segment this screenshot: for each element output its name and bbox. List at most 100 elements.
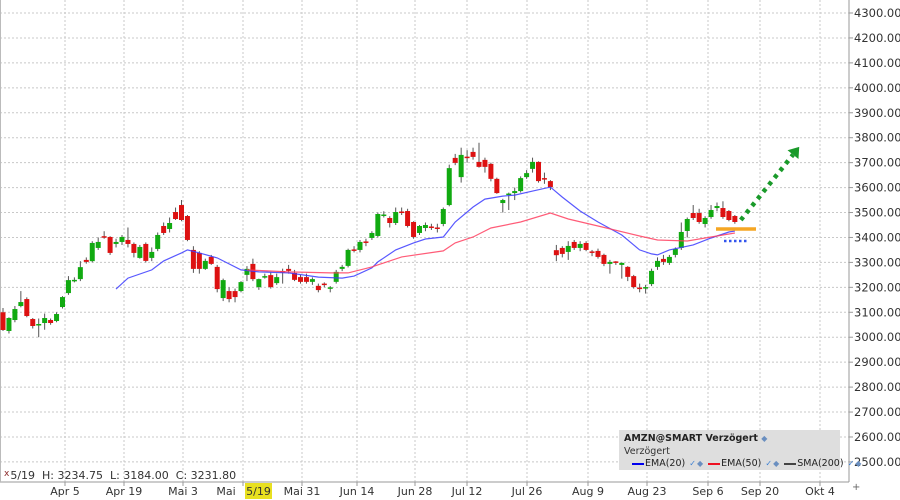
candle-up xyxy=(167,222,173,229)
candle-up xyxy=(42,318,48,324)
legend-item-sma200[interactable]: SMA(200) ✓◆ xyxy=(784,458,863,469)
line-ema50 xyxy=(246,212,735,274)
x-tick-label: Jun 28 xyxy=(397,485,433,498)
ema20-swatch-icon xyxy=(632,462,644,465)
x-tick-label: Aug 9 xyxy=(572,485,604,498)
candle-down xyxy=(268,275,274,288)
candle-down xyxy=(179,205,184,221)
candle-up xyxy=(446,168,452,206)
candle-down xyxy=(482,159,488,167)
candle-down xyxy=(720,208,726,218)
y-axis: 4300.00 4200.00 4100.00 4000.00 3900.00 3800.… xyxy=(848,0,900,482)
y-tick-label: 3200.00 xyxy=(854,280,900,294)
candle-down xyxy=(405,211,411,226)
candle-down xyxy=(637,287,643,290)
candle-down xyxy=(494,178,500,194)
candle-down xyxy=(583,242,589,250)
candle-down xyxy=(286,268,292,271)
candle-down xyxy=(553,250,559,256)
candle-up xyxy=(684,219,690,231)
checkmark-icon[interactable]: ✓ xyxy=(765,459,772,468)
candle-down xyxy=(547,181,553,188)
candle-up xyxy=(345,249,351,266)
candle-down xyxy=(536,161,541,182)
y-tick-label: 3400.00 xyxy=(854,230,900,244)
candle-down xyxy=(107,236,113,253)
candle-down xyxy=(589,251,595,253)
candle-down xyxy=(101,236,107,238)
candle-up xyxy=(119,236,125,242)
zoom-plus-icon[interactable]: + xyxy=(852,482,860,493)
candle-up xyxy=(708,210,714,218)
y-tick-label: 3900.00 xyxy=(854,106,900,120)
ema50-swatch-icon xyxy=(708,462,721,465)
candle-up xyxy=(155,234,161,249)
candle-down xyxy=(161,225,167,233)
checkmark-icon[interactable]: ✓ xyxy=(689,459,696,468)
legend-item-ema20[interactable]: EMA(20) ✓◆ xyxy=(632,458,705,469)
candle-up xyxy=(256,279,262,288)
candle-up xyxy=(36,324,42,326)
candle-up xyxy=(149,251,155,258)
candle-down xyxy=(30,319,36,326)
x-tick-label: Mai xyxy=(216,485,235,498)
legend[interactable]: AMZN@SMART Verzögert ◆ Verzögert EMA(20)… xyxy=(619,430,861,470)
candle-up xyxy=(655,260,660,267)
candle-up xyxy=(666,256,672,263)
candle-up xyxy=(607,261,613,264)
candle-up xyxy=(565,245,571,252)
candle-down xyxy=(601,254,607,264)
candle-down xyxy=(143,243,149,261)
candle-up xyxy=(506,193,512,196)
candle-up xyxy=(678,231,684,248)
candle-down xyxy=(631,276,637,288)
candle-up xyxy=(54,314,60,322)
candle-down xyxy=(476,161,482,167)
ohlc-info-bar: x5/19 H: 3234.75 L: 3184.00 C: 3231.80 xyxy=(4,469,236,482)
y-tick-label: 3500.00 xyxy=(854,206,900,220)
settings-dot-icon[interactable]: ◆ xyxy=(761,434,767,443)
candle-up xyxy=(518,178,524,192)
candle-down xyxy=(0,312,6,330)
y-tick-label: 2700.00 xyxy=(854,405,900,419)
x-tick-label: Jun 14 xyxy=(339,485,375,498)
candle-up xyxy=(393,212,399,223)
close-info-icon[interactable]: x xyxy=(4,469,9,479)
settings-dot-icon[interactable]: ◆ xyxy=(697,459,703,468)
candle-down xyxy=(125,239,131,244)
candle-down xyxy=(184,216,190,240)
settings-dot-icon[interactable]: ◆ xyxy=(773,459,779,468)
candle-down xyxy=(732,216,738,222)
legend-item-ema50[interactable]: EMA(50) ✓◆ xyxy=(708,458,781,469)
checkmark-icon[interactable]: ✓ xyxy=(848,459,855,468)
price-chart[interactable]: 4300.00 4200.00 4100.00 4000.00 3900.00 3800.… xyxy=(0,0,900,500)
candle-up xyxy=(512,191,518,194)
candle-up xyxy=(458,154,464,178)
candle-up xyxy=(309,279,315,282)
x-tick-label: Apr 19 xyxy=(106,485,143,498)
candle-down xyxy=(131,243,137,253)
candle-down xyxy=(464,156,470,159)
x-tick-label: Okt 4 xyxy=(805,485,835,498)
candle-up xyxy=(417,225,422,233)
candle-down xyxy=(726,211,732,221)
candle-up xyxy=(619,262,625,265)
candle-down xyxy=(351,249,357,251)
settings-dot-icon[interactable]: ◆ xyxy=(855,459,861,468)
candle-down xyxy=(196,252,202,269)
y-tick-label: 2900.00 xyxy=(854,355,900,369)
candle-up xyxy=(220,280,226,299)
candle-up xyxy=(702,218,708,224)
candle-up xyxy=(672,248,678,255)
candle-up xyxy=(381,214,387,217)
candle-down xyxy=(571,241,577,248)
y-tick-label: 3100.00 xyxy=(854,305,900,319)
candle-down xyxy=(298,277,303,282)
candle-down xyxy=(690,213,696,219)
candle-down xyxy=(696,213,702,222)
legend-items: EMA(20) ✓◆ EMA(50) ✓◆ SMA(200) ✓◆ xyxy=(632,458,863,469)
candle-down xyxy=(387,218,393,223)
candle-down xyxy=(321,283,327,286)
candle-up xyxy=(530,161,536,169)
candle-up xyxy=(327,287,333,289)
